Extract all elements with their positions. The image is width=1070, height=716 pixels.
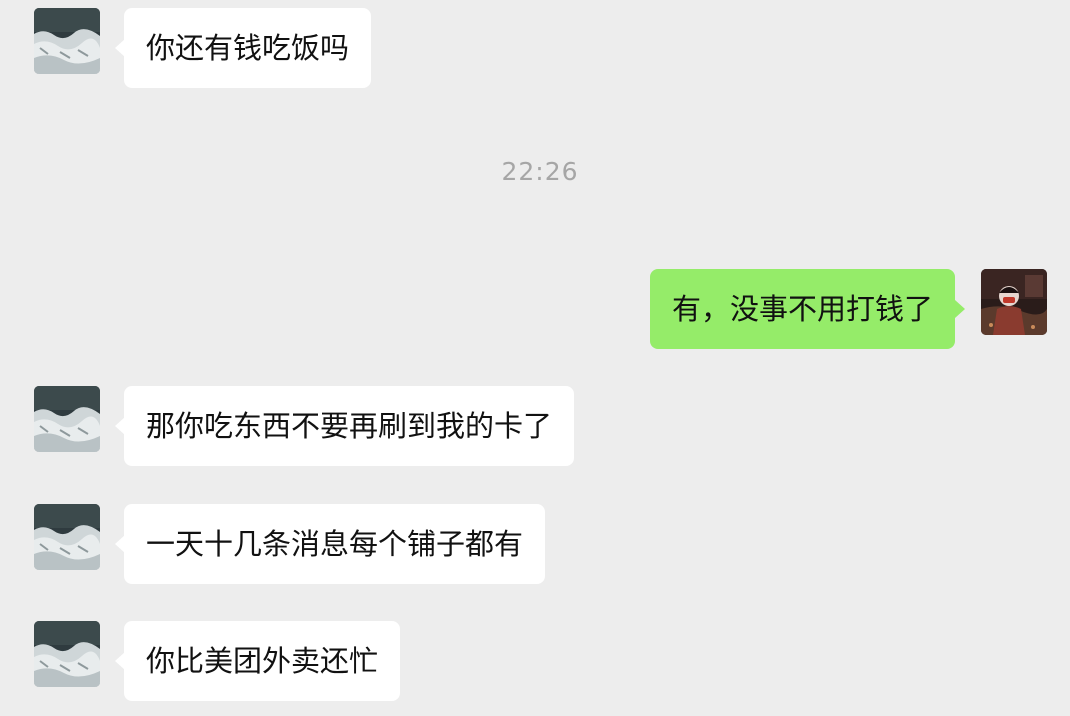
message-text: 那你吃东西不要再刷到我的卡了 bbox=[146, 409, 553, 443]
self-avatar-icon[interactable] bbox=[981, 269, 1047, 335]
message-text: 一天十几条消息每个铺子都有 bbox=[146, 527, 524, 561]
sent-message-bubble[interactable]: 有，没事不用打钱了 bbox=[650, 269, 966, 349]
contact-avatar-icon[interactable] bbox=[34, 621, 100, 687]
contact-avatar-icon[interactable] bbox=[34, 386, 100, 452]
contact-avatar-icon[interactable] bbox=[34, 504, 100, 570]
received-message-bubble[interactable]: 一天十几条消息每个铺子都有 bbox=[114, 504, 546, 584]
message-text: 有，没事不用打钱了 bbox=[672, 292, 934, 326]
message-text: 你比美团外卖还忙 bbox=[146, 644, 379, 678]
received-message-bubble[interactable]: 你还有钱吃饭吗 bbox=[114, 8, 372, 88]
received-message-bubble[interactable]: 那你吃东西不要再刷到我的卡了 bbox=[114, 386, 575, 466]
message-text: 你还有钱吃饭吗 bbox=[146, 31, 350, 65]
received-message-bubble[interactable]: 你比美团外卖还忙 bbox=[114, 621, 401, 701]
contact-avatar-icon[interactable] bbox=[34, 8, 100, 74]
message-timestamp: 22:26 bbox=[501, 157, 579, 186]
